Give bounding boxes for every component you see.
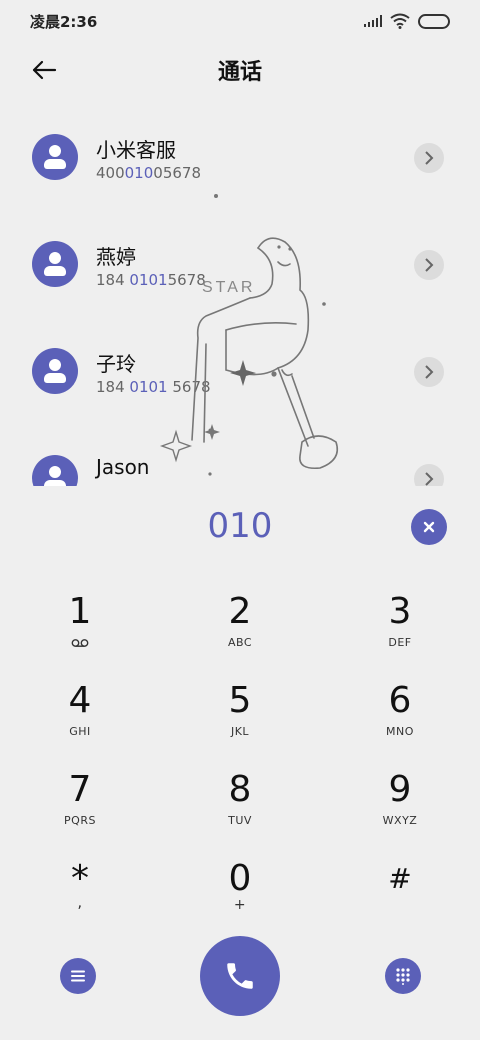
avatar xyxy=(32,241,78,287)
phone-icon xyxy=(227,963,253,989)
key-digit: 9 xyxy=(388,769,412,810)
key-letters: GHI xyxy=(69,725,91,738)
key-7[interactable]: 7 PQRS xyxy=(0,768,160,856)
key-letters: + xyxy=(233,897,247,913)
contact-item[interactable]: Jason xyxy=(0,425,480,486)
key-letters: ABC xyxy=(227,636,253,649)
key-digit: 5 xyxy=(228,680,252,721)
contact-item[interactable]: 燕婷 184 01015678 xyxy=(0,211,480,317)
wifi-icon xyxy=(390,13,410,29)
contact-detail-button[interactable] xyxy=(414,250,444,280)
key-4[interactable]: 4 GHI xyxy=(0,679,160,767)
key-2[interactable]: 2 ABC xyxy=(160,590,320,678)
key-letters: WXYZ xyxy=(382,814,418,827)
call-button[interactable] xyxy=(200,936,280,1016)
menu-icon xyxy=(71,970,85,982)
keypad-toggle-button[interactable] xyxy=(385,958,421,994)
status-time: 凌晨2:36 xyxy=(30,12,98,31)
key-letters: JKL xyxy=(230,725,250,738)
chevron-right-icon xyxy=(425,365,434,379)
dialed-number: 010 xyxy=(207,506,273,546)
battery-icon xyxy=(418,13,450,29)
bottom-action-bar xyxy=(0,934,480,1018)
contact-name: Jason xyxy=(96,455,150,479)
header: 通话 xyxy=(0,42,480,98)
key-3[interactable]: 3 DEF xyxy=(320,590,480,678)
key-digit: 0 xyxy=(228,858,252,899)
key-digit: 4 xyxy=(68,680,92,721)
contact-item[interactable]: 小米客服 40001005678 xyxy=(0,104,480,210)
menu-button[interactable] xyxy=(60,958,96,994)
contact-suggestions-list: 小米客服 40001005678 燕婷 184 01015678 子玲 184 … xyxy=(0,104,480,486)
contact-detail-button[interactable] xyxy=(414,464,444,486)
key-6[interactable]: 6 MNO xyxy=(320,679,480,767)
key-letters: , xyxy=(77,893,83,911)
key-star[interactable]: * , xyxy=(0,857,160,945)
dialpad-icon xyxy=(396,968,410,985)
key-hash[interactable]: # xyxy=(320,857,480,945)
contact-detail-button[interactable] xyxy=(414,357,444,387)
contact-number: 40001005678 xyxy=(96,164,201,182)
dial-row: 010 xyxy=(0,500,480,556)
key-0[interactable]: 0 + xyxy=(160,857,320,945)
contact-name: 燕婷 xyxy=(96,245,136,269)
key-digit: 3 xyxy=(388,591,412,632)
chevron-right-icon xyxy=(425,472,434,486)
key-5[interactable]: 5 JKL xyxy=(160,679,320,767)
key-9[interactable]: 9 WXYZ xyxy=(320,768,480,856)
key-1[interactable]: 1 xyxy=(0,590,160,678)
avatar xyxy=(32,134,78,180)
key-letters: PQRS xyxy=(64,814,96,827)
key-digit: 2 xyxy=(228,591,252,632)
contact-number: 184 01015678 xyxy=(96,271,206,289)
contact-item[interactable]: 子玲 184 0101 5678 xyxy=(0,318,480,424)
key-digit: 8 xyxy=(228,769,252,810)
key-digit: 6 xyxy=(388,680,412,721)
key-letters: TUV xyxy=(228,814,252,827)
chevron-right-icon xyxy=(425,258,434,272)
chevron-right-icon xyxy=(425,151,434,165)
back-button[interactable] xyxy=(24,54,64,86)
key-digit: 7 xyxy=(68,769,92,810)
close-icon xyxy=(423,521,435,533)
voicemail-icon xyxy=(71,639,89,647)
status-icons xyxy=(364,13,450,29)
key-letters: MNO xyxy=(386,725,414,738)
status-bar: 凌晨2:36 xyxy=(0,0,480,42)
key-digit: # xyxy=(388,862,412,895)
page-title: 通话 xyxy=(217,60,262,85)
signal-icon xyxy=(364,15,382,27)
key-8[interactable]: 8 TUV xyxy=(160,768,320,856)
contact-number: 184 0101 5678 xyxy=(96,378,211,396)
clear-button[interactable] xyxy=(411,509,447,545)
key-digit: 1 xyxy=(68,591,92,632)
key-letters: DEF xyxy=(388,636,412,649)
contact-detail-button[interactable] xyxy=(414,143,444,173)
contact-name: 小米客服 xyxy=(96,138,176,162)
avatar xyxy=(32,348,78,394)
contact-name: 子玲 xyxy=(96,352,136,376)
back-arrow-icon xyxy=(32,60,57,80)
avatar xyxy=(32,455,78,486)
